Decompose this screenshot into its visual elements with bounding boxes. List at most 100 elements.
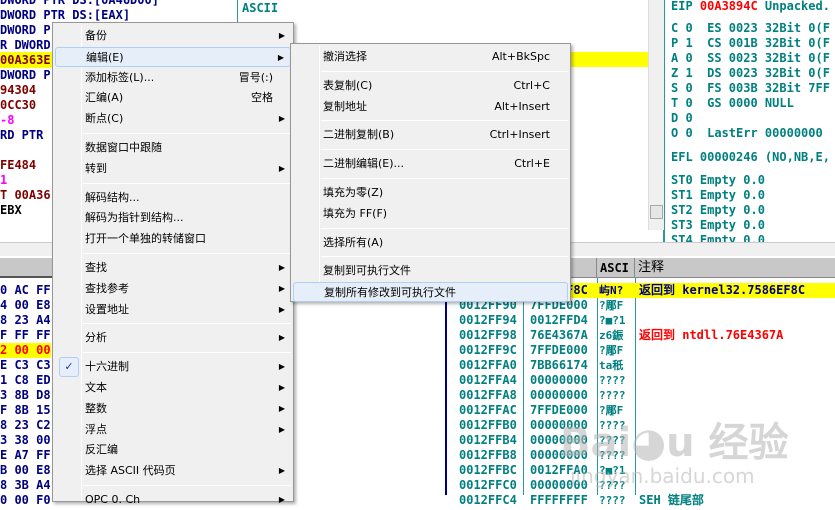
register-line[interactable]: Z 1 DS 0023 32Bit 0(F [671,66,830,81]
disasm-line[interactable]: R DWORD [0,38,51,53]
menu-item[interactable]: 解码为指针到结构... [55,208,291,228]
register-line[interactable]: ST3 Empty 0.0 [671,218,765,233]
register-line[interactable]: ST0 Empty 0.0 [671,173,765,188]
menu-item-label: 数据窗口中跟随 [85,141,162,154]
stack-row[interactable]: 0012FFA8 00000000???? [447,388,635,403]
menu-item[interactable]: ✓ 十六进制 ▶ [55,357,291,378]
menu-item[interactable]: 表复制(C) Ctrl+C [293,76,568,96]
menu-item[interactable]: 备份 ▶ [55,26,291,46]
dump-row[interactable]: B 00 E8 [0,463,51,478]
menu-item[interactable]: 整数 ▶ [55,399,291,419]
stack-row[interactable]: 0012FFA4 00000000???? [447,373,635,388]
stack-row[interactable]: 0012FF98 76E4367A z6鋠 返回到 ntdll.76E4367A [447,328,783,343]
menu-item[interactable]: 选择所有(A) [293,233,568,253]
stack-address: 0012FFB0 [459,418,517,432]
menu-item[interactable]: OPC 0. Ch ▶ [55,490,291,510]
stack-row[interactable]: 0012FFA0 7BB66174 ta秖 [447,358,635,373]
menu-item-shortcut: 空格 [251,91,273,105]
menu-item-label: 复制地址 [323,99,367,113]
menu-item[interactable]: 选择 ASCII 代码页 ▶ [55,461,291,481]
scrollbar-thumb[interactable] [650,205,663,219]
register-label: Z 1 DS 0023 32Bit 0(F [671,66,830,80]
menu-item[interactable]: 编辑(E) ▶ [55,46,291,67]
menu-item[interactable]: 浮点 ▶ [55,420,291,440]
dump-row[interactable]: 2 00 00 [0,343,51,358]
dump-row[interactable]: 1 C8 ED [0,373,51,388]
register-label: ST2 Empty 0.0 [671,203,765,217]
dump-row[interactable]: 3 8B D8 [0,388,51,403]
menu-item[interactable]: 汇编(A) 空格 [55,88,291,108]
disasm-line[interactable]: -8 [0,113,14,128]
register-line[interactable]: A 0 SS 0023 32Bit 0(F [671,51,830,66]
menu-item[interactable]: 填充为零(Z) [293,183,568,203]
disasm-line[interactable]: 1 [0,173,7,188]
stack-row[interactable]: 0012FF94 0012FFD4 ?■?1 [447,313,635,328]
menu-item[interactable]: 复制地址 Alt+Insert [293,97,568,117]
menu-item[interactable]: 添加标签(L)... 冒号(:) [55,68,291,88]
disasm-line[interactable]: T 00A36 [0,188,51,203]
stack-row[interactable]: 0012FF9C 7FFDE000 ?郮F [447,343,635,358]
dump-row[interactable]: 8 23 C2 [0,418,51,433]
stack-value: FFFFFFFF [530,493,588,507]
register-line[interactable]: EIP 00A3894C Unpacked. [671,0,830,14]
menu-item-label: 二进制编辑(E)... [323,157,405,171]
disasm-line[interactable]: RD PTR [0,128,43,143]
menu-item-label: 撤消选择 [323,50,367,63]
menu-item[interactable]: 打开一个单独的转储窗口 [55,229,291,249]
menu-item[interactable]: 查找参考 ▶ [55,279,291,299]
dump-row[interactable]: F 8B 15 [0,403,51,418]
disasm-line[interactable]: DWORD PTR DS:[EAX] [0,8,130,23]
register-line[interactable]: C 0 ES 0023 32Bit 0(F [671,21,830,36]
register-line[interactable]: T 0 GS 0000 NULL [671,96,794,111]
disasm-line[interactable]: 00A363E [0,53,51,68]
disasm-line[interactable]: 94304 [0,83,36,98]
menu-item[interactable]: 文本 ▶ [55,378,291,398]
menu-item[interactable]: 分析 ▶ [55,328,291,348]
register-line[interactable]: P 1 CS 001B 32Bit 0(F [671,36,830,51]
register-line[interactable]: O 0 LastErr 00000000 [671,126,823,141]
dump-row[interactable]: 0 00 F0 [0,493,51,508]
stack-row[interactable]: 0012FFC4 FFFFFFFF???? SEH 链尾部 [447,493,704,508]
menu-item[interactable]: 转到 ▶ [55,159,291,179]
dump-row[interactable]: 8 23 A4 [0,313,51,328]
register-line[interactable]: EFL 00000246 (NO,NB,E, [671,150,830,165]
menu-item-label: 选择所有(A) [323,235,384,249]
dump-row[interactable]: 0 AC FF [0,283,51,298]
menu-item-label: 复制所有修改到可执行文件 [324,286,456,300]
register-line[interactable]: D 0 [671,111,693,126]
vertical-scrollbar[interactable] [648,0,664,230]
dump-row[interactable]: F FF FF [0,328,51,343]
dump-row[interactable]: 8 3B A4 [0,478,51,493]
menu-item[interactable]: 数据窗口中跟随 [55,138,291,158]
dump-row[interactable]: 4 00 E8 [0,298,51,313]
submenu-arrow-icon: ▶ [277,52,284,62]
menu-item[interactable]: 解码结构... [55,188,291,208]
disasm-line[interactable]: DWORD P [0,68,51,83]
disasm-line[interactable]: 0CC30 [0,98,36,113]
register-line[interactable]: ST1 Empty 0.0 [671,188,765,203]
menu-item[interactable]: 二进制编辑(E)... Ctrl+E [293,154,568,174]
disasm-line[interactable]: FE484 [0,158,36,173]
eip-value[interactable]: 00A3894C [700,0,758,13]
menu-item[interactable]: 断点(C) ▶ [55,109,291,129]
comment-column-text: ASCII [242,1,279,15]
register-line[interactable]: ST2 Empty 0.0 [671,203,765,218]
menu-item[interactable]: 反汇编 [55,440,291,460]
menu-item[interactable]: 二进制复制(B) Ctrl+Insert [293,125,568,145]
registers-pane[interactable]: EIP 00A3894C Unpacked. C 0 ES 0023 32Bit … [666,0,835,247]
menu-item[interactable]: 复制所有修改到可执行文件 [293,282,568,303]
menu-item[interactable]: 设置地址 ▶ [55,300,291,320]
menu-item[interactable]: 复制到可执行文件 [293,261,568,281]
disasm-line[interactable]: DWORD PTR DS:[0A46D00] [0,0,159,8]
register-line[interactable]: S 0 FS 003B 32Bit 7FF [671,81,830,96]
menu-item[interactable]: 填充为 FF(F) [293,204,568,224]
dump-row[interactable]: E C3 C3 [0,358,51,373]
header-ascii[interactable]: ASCI [597,258,635,278]
disasm-line[interactable]: DWORD P [0,23,51,38]
dump-row[interactable]: E A7 FF [0,448,51,463]
menu-item[interactable]: 撤消选择 Alt+BkSpc [293,47,568,67]
menu-item[interactable]: 查找 ▶ [55,258,291,278]
dump-row[interactable]: 3 38 00 [0,433,51,448]
header-comment[interactable]: 注释 [635,258,835,278]
disasm-line[interactable]: EBX [0,203,22,218]
